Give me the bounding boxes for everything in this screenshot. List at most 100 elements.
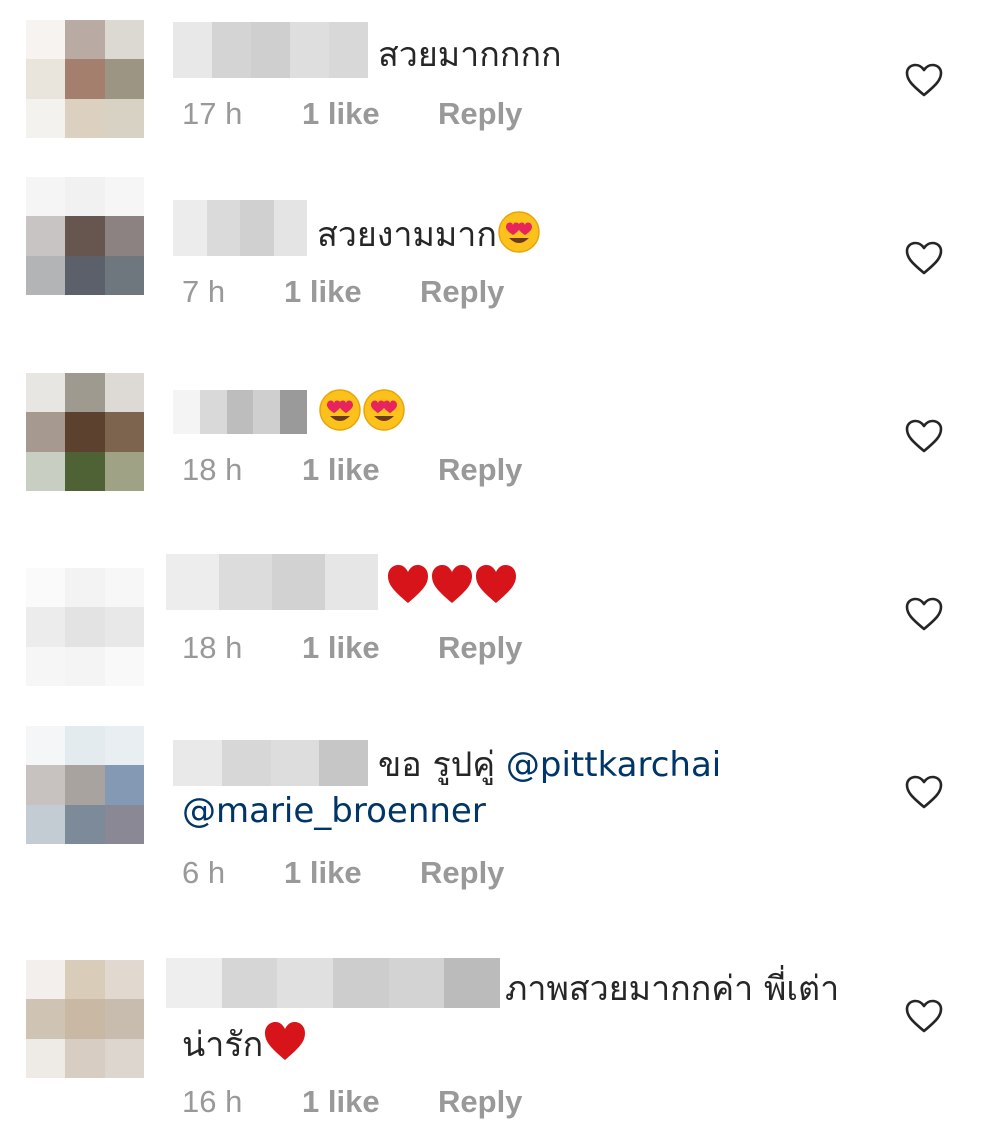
avatar-pixel — [65, 20, 105, 60]
avatar-pixel — [65, 59, 105, 99]
reply-button[interactable]: Reply — [420, 853, 504, 893]
like-count[interactable]: 1 like — [284, 272, 362, 312]
mention-link[interactable]: @marie_broenner — [182, 791, 486, 831]
like-heart-icon[interactable] — [904, 596, 944, 632]
reply-button[interactable]: Reply — [438, 628, 522, 668]
avatar-pixel — [26, 607, 66, 647]
username-blur-block — [173, 22, 212, 78]
avatar-pixel — [26, 568, 66, 608]
avatar-pixel — [65, 98, 105, 138]
avatar-pixel — [65, 804, 105, 844]
comment-time: 16 h — [182, 1084, 243, 1119]
avatar-pixel — [104, 1038, 144, 1078]
reply-button[interactable]: Reply — [438, 1082, 522, 1122]
avatar-pixel — [104, 726, 144, 766]
avatar-pixel — [65, 412, 105, 452]
avatar-pixel — [65, 255, 105, 295]
comment-body: สวยมากกกก — [378, 35, 562, 75]
comment-text — [318, 388, 406, 436]
reply-button[interactable]: Reply — [438, 450, 522, 490]
comment-body-line2: น่ารัก — [182, 1025, 264, 1065]
avatar-pixel — [26, 373, 66, 413]
avatar[interactable] — [26, 373, 144, 491]
comment-time: 7 h — [182, 274, 226, 309]
username-blurred[interactable] — [173, 200, 307, 256]
username-blur-block — [272, 554, 325, 610]
avatar-pixel — [104, 568, 144, 608]
avatar-pixel — [65, 1038, 105, 1078]
avatar-pixel — [26, 20, 66, 60]
like-heart-icon[interactable] — [904, 418, 944, 454]
reply-button[interactable]: Reply — [420, 272, 504, 312]
mention-link[interactable]: @pittkarchai — [506, 745, 721, 785]
avatar-pixel — [104, 804, 144, 844]
avatar[interactable] — [26, 568, 144, 686]
avatar-pixel — [104, 59, 144, 99]
comment-text: ภาพสวยมากกค่า พี่เต่า — [505, 966, 839, 1012]
avatar-pixel — [26, 98, 66, 138]
comment-text: ขอ รูปคู่ @pittkarchai — [378, 742, 721, 788]
avatar-pixel — [65, 177, 105, 217]
avatar-pixel — [104, 177, 144, 217]
like-count[interactable]: 1 like — [302, 94, 380, 134]
comment-text: สวยมากกกก — [378, 32, 562, 78]
username-blur-block — [240, 200, 274, 256]
like-count[interactable]: 1 like — [302, 628, 380, 668]
avatar-pixel — [26, 177, 66, 217]
username-blur-block — [166, 554, 219, 610]
username-blurred[interactable] — [166, 958, 500, 1008]
username-blur-block — [212, 22, 251, 78]
username-blur-block — [221, 740, 271, 786]
avatar-pixel — [104, 98, 144, 138]
username-blur-block — [329, 22, 368, 78]
username-blur-block — [325, 554, 378, 610]
like-count[interactable]: 1 like — [302, 1082, 380, 1122]
username-blurred[interactable] — [166, 554, 378, 610]
comment-text — [386, 563, 518, 611]
username-blur-block — [226, 390, 254, 434]
username-blur-block — [270, 740, 320, 786]
avatar[interactable] — [26, 726, 144, 844]
avatar-pixel — [26, 255, 66, 295]
username-blur-block — [173, 200, 207, 256]
avatar-pixel — [26, 59, 66, 99]
avatar-pixel — [104, 216, 144, 256]
avatar-pixel — [104, 373, 144, 413]
reply-button[interactable]: Reply — [438, 94, 522, 134]
username-blur-block — [388, 958, 445, 1008]
red-heart-emoji — [432, 565, 472, 603]
like-heart-icon[interactable] — [904, 62, 944, 98]
comment-body: ขอ รูปคู่ — [378, 745, 506, 785]
like-count[interactable]: 1 like — [284, 853, 362, 893]
comment-body: ภาพสวยมากกค่า พี่เต่า — [505, 969, 840, 1009]
avatar-pixel — [26, 960, 66, 1000]
username-blur-block — [173, 740, 222, 786]
avatar-pixel — [104, 646, 144, 686]
username-blur-block — [444, 958, 500, 1008]
heart-eyes-emoji — [363, 389, 405, 431]
avatar-pixel — [26, 765, 66, 805]
username-blur-block — [206, 200, 240, 256]
username-blurred[interactable] — [173, 740, 368, 786]
comment-text: สวยงามมาก — [317, 210, 541, 258]
avatar-pixel — [26, 804, 66, 844]
like-heart-icon[interactable] — [904, 998, 944, 1034]
username-blur-block — [173, 390, 200, 434]
avatar-pixel — [104, 451, 144, 491]
avatar-pixel — [104, 412, 144, 452]
username-blur-block — [166, 958, 222, 1008]
avatar[interactable] — [26, 960, 144, 1078]
avatar-pixel — [26, 1038, 66, 1078]
like-count[interactable]: 1 like — [302, 450, 380, 490]
username-blurred[interactable] — [173, 390, 307, 434]
like-heart-icon[interactable] — [904, 774, 944, 810]
comment-time: 18 h — [182, 630, 243, 665]
avatar-pixel — [65, 373, 105, 413]
username-blurred[interactable] — [173, 22, 368, 78]
avatar[interactable] — [26, 20, 144, 138]
username-blur-block — [290, 22, 329, 78]
avatar[interactable] — [26, 177, 144, 295]
username-blur-block — [221, 958, 278, 1008]
avatar-pixel — [104, 999, 144, 1039]
like-heart-icon[interactable] — [904, 240, 944, 276]
